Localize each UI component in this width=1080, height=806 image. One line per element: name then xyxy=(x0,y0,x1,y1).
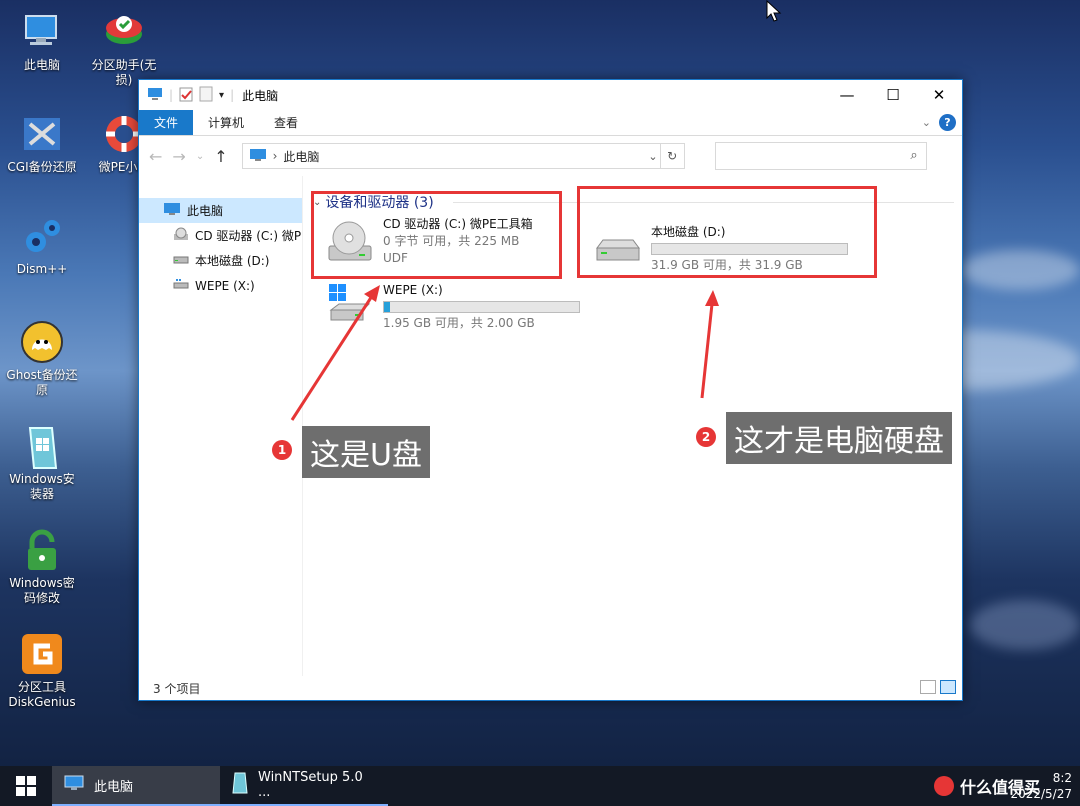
annotation-arrow-2 xyxy=(700,303,714,399)
clock-date: 2022/5/27 xyxy=(1010,787,1072,801)
computer-icon xyxy=(64,775,84,795)
clock-time: 8:2 xyxy=(1052,771,1072,785)
system-clock[interactable]: 8:2 2022/5/27 xyxy=(1010,770,1072,802)
taskbar-item-label: WinNTSetup 5.0 ... xyxy=(258,770,363,800)
annotation-arrowhead-1 xyxy=(364,285,380,302)
annotation-label-1: 这是U盘 xyxy=(302,426,430,478)
annotation-arrowhead-2 xyxy=(705,290,719,306)
taskbar-item-this-pc[interactable]: 此电脑 xyxy=(52,766,220,806)
annotation-number-1: 1 xyxy=(272,440,292,460)
taskbar-item-winntsetup[interactable]: WinNTSetup 5.0 ... xyxy=(220,766,388,806)
watermark-logo-icon xyxy=(933,776,954,796)
annotation-label-2: 这才是电脑硬盘 xyxy=(726,412,952,464)
annotation-number-2: 2 xyxy=(696,427,716,447)
annotation-arrows xyxy=(290,285,719,421)
taskbar: 此电脑 WinNTSetup 5.0 ... 什么值得买 8:2 2022/5/… xyxy=(0,766,1080,806)
annotation-arrow-1 xyxy=(290,295,374,421)
start-button[interactable] xyxy=(0,766,52,806)
winntsetup-icon xyxy=(232,772,248,798)
taskbar-item-label: 此电脑 xyxy=(94,779,134,795)
windows-logo-icon xyxy=(16,776,36,796)
